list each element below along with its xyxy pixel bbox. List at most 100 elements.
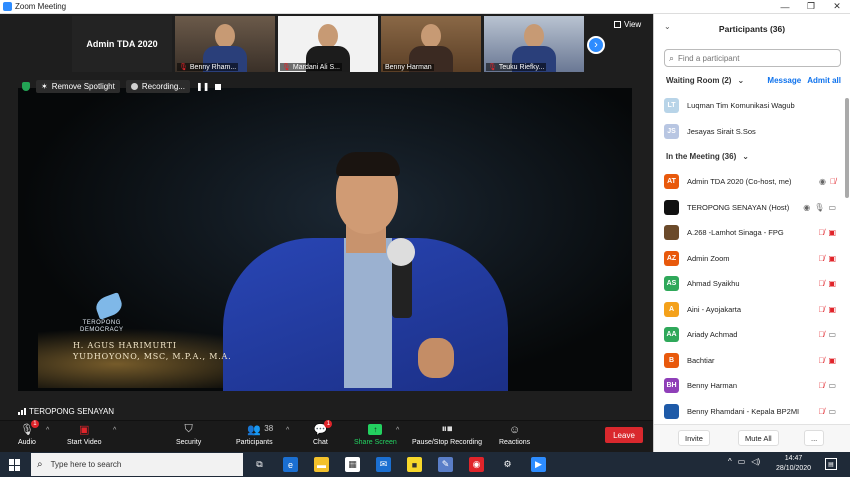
mic-muted-icon[interactable]: 🎙̸ (818, 228, 824, 237)
audio-options-caret[interactable]: ^ (46, 427, 49, 434)
video-icon[interactable]: ▭ (828, 381, 836, 390)
video-off-icon[interactable]: ▣ (828, 228, 836, 237)
taskbar-search[interactable]: ⌕ Type here to search (31, 453, 243, 476)
share-options-caret[interactable]: ^ (396, 427, 399, 434)
maximize-button[interactable]: ❐ (798, 1, 824, 12)
mic-muted-icon[interactable]: 🎙̸ (830, 177, 836, 186)
participant-row[interactable]: A.268 -Lamhot Sinaga - FPG 🎙̸ ▣ (654, 220, 844, 246)
video-options-caret[interactable]: ^ (113, 427, 116, 434)
audio-button[interactable]: 🎙 1 Audio (18, 420, 39, 446)
tile-label: Benny Harman (383, 64, 434, 71)
panel-footer: Invite Mute All ... (654, 424, 850, 452)
mail-icon[interactable]: ✉ (376, 457, 391, 472)
sticky-notes-icon[interactable]: ■ (407, 457, 422, 472)
chevron-down-icon[interactable]: ⌄ (664, 22, 671, 31)
chevron-right-icon[interactable]: › (587, 36, 605, 54)
gallery-tile-benny-harman[interactable]: Benny Harman (381, 16, 481, 72)
mic-muted-icon[interactable]: 🎙̸ (818, 305, 824, 314)
more-button[interactable]: ... (804, 430, 825, 446)
settings-icon[interactable]: ⚙ (500, 457, 515, 472)
mute-all-button[interactable]: Mute All (738, 430, 779, 446)
participant-row[interactable]: JS Jesayas Sirait S.Sos (654, 119, 844, 145)
windows-taskbar: ⌕ Type here to search ⧉ e ▬ ▦ ✉ ■ ✎ ◉ ⚙ ▶ ^ ▭ ◁) … (0, 452, 850, 477)
video-icon[interactable]: ▭ (828, 330, 836, 339)
chat-button[interactable]: 💬 1 Chat (313, 420, 333, 446)
start-video-button[interactable]: ▣ Start Video (67, 423, 102, 446)
chevron-up-icon[interactable]: ^ (728, 457, 732, 466)
tile-label: 🎙 Benny Rham... (177, 63, 239, 71)
participant-row[interactable]: AA Ariady Achmad 🎙̸ ▭ (654, 322, 844, 348)
search-input[interactable] (678, 53, 840, 63)
participant-status-icons: 🎙̸ ▣ (818, 279, 836, 288)
video-off-icon[interactable]: ▣ (828, 254, 836, 263)
invite-button[interactable]: Invite (678, 430, 710, 446)
mic-icon[interactable]: 🎙 (814, 203, 824, 212)
task-view-icon[interactable]: ⧉ (252, 457, 267, 472)
video-off-icon[interactable]: ▣ (828, 356, 836, 365)
mic-muted-icon[interactable]: 🎙̸ (818, 381, 824, 390)
store-icon[interactable]: ▦ (345, 457, 360, 472)
participant-row[interactable]: TEROPONG SENAYAN (Host) ◉ 🎙 ▭ (654, 195, 844, 221)
close-button[interactable]: ✕ (824, 1, 850, 12)
chrome-icon[interactable]: ◉ (469, 457, 484, 472)
gallery-tile-benny-rhamdani[interactable]: 🎙 Benny Rham... (175, 16, 275, 72)
edge-icon[interactable]: e (283, 457, 298, 472)
gallery-tile-admin[interactable]: Admin TDA 2020 (72, 16, 172, 72)
minimize-button[interactable]: — (772, 2, 798, 12)
windows-start-icon[interactable] (9, 459, 21, 471)
window-title: Zoom Meeting (15, 2, 67, 11)
view-button[interactable]: View (614, 20, 641, 29)
mic-muted-icon[interactable]: 🎙̸ (818, 330, 824, 339)
mic-muted-icon[interactable]: 🎙̸ (818, 407, 824, 416)
participant-row[interactable]: AZ Admin Zoom 🎙̸ ▣ (654, 246, 844, 272)
pause-stop-recording-button[interactable]: ⏸⏹ Pause/Stop Recording (412, 423, 482, 446)
video-off-icon[interactable]: ▣ (828, 305, 836, 314)
mic-muted-icon[interactable]: 🎙̸ (818, 279, 824, 288)
gallery-tile-mardani[interactable]: 🎙 Mardani Ali S... (278, 16, 378, 72)
participant-row[interactable]: B Bachtiar 🎙̸ ▣ (654, 348, 844, 374)
participant-row[interactable]: AS Ahmad Syaikhu 🎙̸ ▣ (654, 271, 844, 297)
gallery-tile-teuku[interactable]: 🎙 Teuku Riefky... (484, 16, 584, 72)
security-button[interactable]: ⛉ Security (176, 423, 201, 446)
people-icon: 👥 38 (247, 424, 274, 436)
participant-search[interactable]: ⌕ (664, 49, 841, 67)
recording-icon[interactable]: ◉ (803, 203, 810, 212)
stop-icon[interactable] (215, 83, 222, 90)
zoom-icon[interactable]: ▶ (531, 457, 546, 472)
remove-spotlight-button[interactable]: ✶ Remove Spotlight (36, 80, 120, 93)
chevron-down-icon[interactable]: ⌄ (742, 152, 749, 161)
video-off-icon[interactable]: ▣ (828, 279, 836, 288)
avatar (664, 225, 679, 241)
participant-row[interactable]: LT Luqman Tim Komunikasi Wagub (654, 93, 844, 119)
recording-icon[interactable]: ◉ (819, 177, 826, 186)
message-button[interactable]: Message (767, 76, 801, 85)
participants-options-caret[interactable]: ^ (286, 427, 289, 434)
admit-all-button[interactable]: Admit all (807, 76, 841, 85)
file-explorer-icon[interactable]: ▬ (314, 457, 329, 472)
tile-label: 🎙 Teuku Riefky... (486, 63, 547, 71)
notification-icon[interactable]: ▤ (825, 458, 837, 470)
taskbar-clock[interactable]: 14:47 28/10/2020 (776, 454, 811, 474)
participant-name: TEROPONG SENAYAN (Host) (687, 202, 790, 212)
avatar: AZ (664, 250, 679, 266)
participant-row[interactable]: AT Admin TDA 2020 (Co-host, me) ◉ 🎙̸ (654, 169, 844, 195)
panel-scrollbar[interactable] (845, 98, 849, 198)
participants-button[interactable]: 👥 38 Participants (236, 423, 273, 446)
mic-muted-icon[interactable]: 🎙̸ (818, 356, 824, 365)
reactions-button[interactable]: ☺ Reactions (499, 423, 530, 447)
pause-icon[interactable]: ❚❚ (196, 82, 209, 91)
chevron-down-icon[interactable]: ⌄ (737, 76, 744, 85)
avatar: AA (664, 327, 679, 343)
battery-icon[interactable]: ▭ (738, 457, 746, 466)
mic-muted-icon[interactable]: 🎙̸ (818, 254, 824, 263)
participant-row[interactable]: Benny Rhamdani - Kepala BP2MI 🎙̸ ▭ (654, 399, 844, 425)
video-icon[interactable]: ▭ (828, 203, 836, 212)
video-icon[interactable]: ▭ (828, 407, 836, 416)
photo-app-icon[interactable]: ✎ (438, 457, 453, 472)
volume-icon[interactable]: ◁) (751, 457, 760, 466)
video-area: Admin TDA 2020 🎙 Benny Rham... 🎙 Mardani A… (0, 14, 653, 420)
participant-row[interactable]: A Aini - Ayojakarta 🎙̸ ▣ (654, 297, 844, 323)
leave-button[interactable]: Leave (605, 427, 643, 443)
share-screen-button[interactable]: ↑ Share Screen (354, 423, 397, 446)
participant-row[interactable]: BH Benny Harman 🎙̸ ▭ (654, 373, 844, 399)
